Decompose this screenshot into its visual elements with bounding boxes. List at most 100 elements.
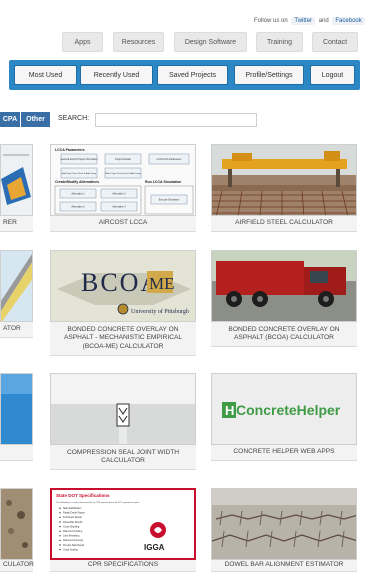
app-card[interactable]: BONDED CONCRETE OVERLAY ON ASPHALT (BCOA… (211, 250, 357, 347)
cpr-bullet (59, 530, 61, 532)
airfield-steel-thumbnail (211, 144, 357, 216)
cpr-list-item: Slab Stabilization (63, 507, 82, 510)
user-navigation-bar: Most Used Recently Used Saved Projects P… (9, 60, 360, 90)
follow-text: Follow us on (254, 18, 288, 24)
app-card[interactable]: CULATOR (0, 488, 34, 572)
recently-used-button[interactable]: Recently Used (80, 65, 153, 85)
nav-resources[interactable]: Resources (113, 32, 164, 52)
logout-button[interactable]: Logout (310, 65, 355, 85)
cpr-list-item: Precast Slab Repair (63, 544, 84, 547)
dowel-bar-photo (212, 489, 356, 559)
top-navigation: Apps Resources Design Software Training … (0, 32, 369, 54)
saved-projects-button[interactable]: Saved Projects (157, 65, 228, 85)
cpr-list-item: Joint Resealing (63, 535, 80, 538)
dowel-bar-thumbnail (211, 488, 357, 560)
gravel-thumbnail (1, 489, 32, 559)
bcoa-thumbnail (211, 250, 357, 322)
aircost-flow-diagram: LCCA Parameters General Airport Project … (51, 145, 195, 215)
app-card[interactable]: BCOA ME University of Pittsburgh BONDED … (50, 250, 196, 356)
helper-logo-text: ConcreteHelper (236, 402, 341, 418)
truck-photo (212, 251, 356, 321)
blue-thumbnail (1, 374, 32, 444)
helper-mark: H (225, 403, 234, 418)
igga-logo-text: IGGA (144, 543, 165, 552)
aircost-thumbnail: LCCA Parameters General Airport Project … (50, 144, 196, 216)
bcoa-me-thumbnail: BCOA ME University of Pittsburgh (50, 250, 196, 322)
app-card[interactable]: H ConcreteHelper CONCRETE HELPER WEB APP… (211, 373, 357, 461)
cpr-list-item: Diamond Grooving (63, 539, 84, 542)
app-card[interactable]: RER (0, 144, 33, 232)
app-card[interactable]: ATOR (0, 250, 33, 338)
nav-apps[interactable]: Apps (62, 32, 103, 52)
aircost-heading-2: Create/Modify Alternatives (55, 180, 99, 184)
bcoa-me-superscript: ME (149, 274, 175, 293)
cpr-spec-document: State DOT Specifications The following i… (52, 490, 194, 558)
aircost-box-2: Project Details (115, 158, 131, 161)
app-card[interactable]: State DOT Specifications The following i… (50, 488, 196, 572)
app-title: BONDED CONCRETE OVERLAY ON ASPHALT (BCOA… (211, 322, 357, 347)
overlay-thumbnail (1, 251, 32, 321)
search-input[interactable] (95, 113, 257, 127)
aircost-alt-1: Alternative 1 (71, 193, 85, 196)
aircost-alt-4: Alternative 4 (112, 206, 126, 209)
app-title: AIRCOST LCCA (50, 216, 196, 232)
app-card[interactable]: LCCA Parameters General Airport Project … (50, 144, 196, 232)
compression-seal-thumbnail (50, 373, 196, 445)
cpr-bullet (59, 548, 61, 551)
app-title: BONDED CONCRETE OVERLAY ON ASPHALT - MEC… (50, 322, 196, 356)
and-text: and (318, 18, 329, 24)
app-title: RER (0, 216, 33, 232)
concrete-helper-thumbnail: H ConcreteHelper (211, 373, 357, 445)
twitter-link[interactable]: Twitter (291, 17, 316, 25)
app-card[interactable] (0, 373, 33, 461)
cpr-specs-thumbnail: State DOT Specifications The following i… (50, 488, 196, 560)
app-card[interactable]: AIRFIELD STEEL CALCULATOR (211, 144, 357, 232)
app-thumbnail (0, 373, 33, 445)
aircost-simulate: Execute Simulation (159, 199, 180, 202)
cpr-bullet (59, 507, 61, 509)
most-used-button[interactable]: Most Used (14, 65, 77, 85)
bcoa-me-logo: BCOA ME University of Pittsburgh (51, 251, 195, 321)
filter-other[interactable]: Other (21, 112, 50, 127)
search-label: SEARCH: (58, 115, 90, 122)
cpr-list-item: Crack Sealing (63, 548, 79, 551)
university-label: University of Pittsburgh (131, 308, 189, 315)
app-title: DOWEL BAR ALIGNMENT ESTIMATOR (211, 560, 357, 572)
cpr-list-item: Diamond Grinding (63, 530, 83, 533)
cpr-intro: The following is a state-referenced list… (56, 501, 140, 504)
aircost-box-1: General Airport Project Information (61, 158, 98, 161)
app-title: COMPRESSION SEAL JOINT WIDTH CALCULATOR (50, 445, 196, 470)
app-title: CPR SPECIFICATIONS (50, 560, 196, 572)
aircost-box-5: Make Open Pave Drain & Add Comp (105, 172, 141, 175)
cpr-bullet (59, 535, 61, 537)
facebook-link[interactable]: Facebook (332, 17, 365, 25)
cpr-list-item: Full-Depth Repair (63, 516, 82, 519)
cpr-list-item: Cross-Stitching (63, 525, 80, 528)
app-title: CULATOR (0, 560, 34, 572)
app-card[interactable]: COMPRESSION SEAL JOINT WIDTH CALCULATOR (50, 373, 196, 470)
seal-joint-diagram (51, 374, 195, 444)
aircost-alt-2: Alternative 2 (112, 193, 126, 196)
nav-training[interactable]: Training (256, 32, 303, 52)
app-card[interactable]: DOWEL BAR ALIGNMENT ESTIMATOR (211, 488, 357, 572)
cpr-bullet (59, 512, 61, 514)
app-title: CONCRETE HELPER WEB APPS (211, 445, 357, 461)
construction-photo (212, 145, 356, 215)
concrete-helper-logo: H ConcreteHelper (212, 374, 356, 444)
nav-design-software[interactable]: Design Software (174, 32, 247, 52)
cpr-bullet (59, 539, 61, 542)
app-thumbnail (0, 250, 33, 322)
cpr-doc-title: State DOT Specifications (56, 493, 110, 498)
aircost-alt-3: Alternative 3 (71, 206, 85, 209)
cpr-bullet (59, 544, 61, 546)
app-title (0, 445, 33, 461)
profile-settings-button[interactable]: Profile/Settings (234, 65, 304, 85)
filter-cpa[interactable]: CPA (0, 112, 20, 127)
app-thumbnail (0, 488, 33, 560)
app-thumbnail (0, 144, 33, 216)
nav-contact[interactable]: Contact (312, 32, 358, 52)
app-title: AIRFIELD STEEL CALCULATOR (211, 216, 357, 232)
aircost-heading-1: LCCA Parameters (55, 148, 85, 152)
aircost-box-4: Add Open Pave Drain & Add Comp (62, 172, 97, 175)
aircost-box-3: LCC/LCCA Parameters (157, 158, 183, 161)
